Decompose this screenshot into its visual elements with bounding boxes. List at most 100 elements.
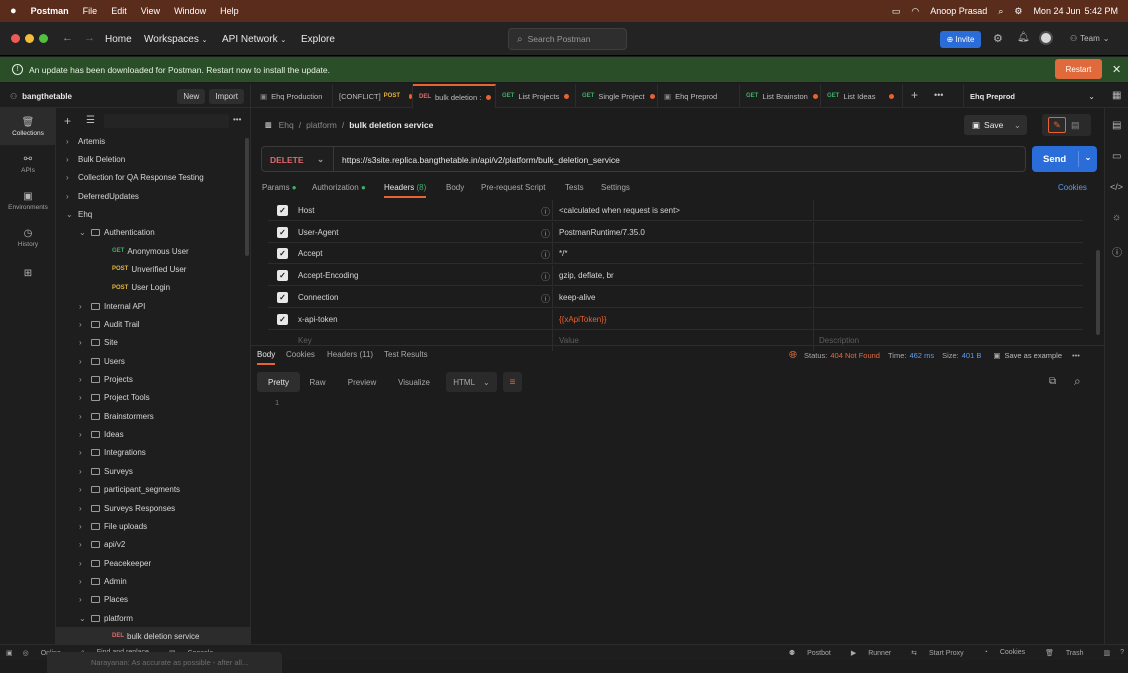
notifications-bell-icon[interactable]: 🔔︎	[1017, 32, 1030, 43]
chevron-right-icon[interactable]: ›	[79, 393, 91, 402]
chevron-right-icon[interactable]: ›	[79, 375, 91, 384]
tab-tests[interactable]: Tests	[565, 183, 584, 192]
chevron-right-icon[interactable]: ›	[79, 357, 91, 366]
zoom-window-button[interactable]	[39, 34, 48, 43]
filter-input[interactable]	[104, 114, 229, 128]
key-placeholder[interactable]: Key	[298, 336, 312, 345]
cookies-button[interactable]: ◔ Cookies	[984, 649, 1035, 656]
filter-icon[interactable]: ☰	[86, 115, 95, 126]
folder-item[interactable]: › Brainstormers	[56, 407, 251, 425]
header-value[interactable]: gzip, deflate, br	[559, 271, 614, 280]
chevron-right-icon[interactable]: ›	[79, 504, 91, 513]
notification-peek[interactable]: Narayanan: As accurate as possible - aft…	[47, 652, 282, 673]
language-select[interactable]: HTML ⌄	[446, 372, 497, 392]
headers-scrollbar[interactable]	[1096, 250, 1100, 335]
tab-ehq-production[interactable]: ▣ Ehq Production	[254, 84, 333, 108]
trash-button[interactable]: 🗑︎ Trash	[1045, 649, 1093, 657]
info-icon[interactable]: ⓘ	[1112, 244, 1122, 259]
battery-icon[interactable]: ▭	[892, 6, 901, 17]
header-key[interactable]: Host	[298, 206, 314, 215]
info-icon[interactable]: ⓘ	[541, 270, 550, 283]
pane-divider[interactable]	[251, 345, 1128, 346]
chevron-right-icon[interactable]: ›	[79, 302, 91, 311]
tab-body[interactable]: Body	[446, 183, 464, 192]
chevron-right-icon[interactable]: ›	[79, 467, 91, 476]
nav-history[interactable]: ◷ History	[0, 219, 56, 256]
url-input[interactable]: https://s3site.replica.bangthetable.in/a…	[342, 155, 620, 165]
info-icon[interactable]: ⓘ	[541, 248, 550, 261]
menu-window[interactable]: Window	[174, 6, 206, 16]
import-button[interactable]: Import	[209, 88, 244, 104]
folder-item[interactable]: › Users	[56, 352, 251, 370]
chevron-right-icon[interactable]: ›	[79, 320, 91, 329]
wifi-icon[interactable]: ◠	[911, 6, 919, 17]
layout-icon[interactable]: ▥	[1103, 649, 1110, 657]
forward-arrow-icon[interactable]: →	[84, 32, 95, 44]
format-raw[interactable]: Raw	[304, 372, 331, 392]
user-name[interactable]: Anoop Prasad	[930, 6, 987, 16]
chevron-right-icon[interactable]: ›	[79, 412, 91, 421]
format-visualize[interactable]: Visualize	[392, 372, 436, 392]
breadcrumb-folder[interactable]: platform	[306, 120, 337, 130]
tab-prerequest-script[interactable]: Pre-request Script	[481, 183, 545, 192]
save-as-example-button[interactable]: Save as example	[1004, 351, 1062, 360]
folder-item[interactable]: › Places	[56, 591, 251, 609]
collection-item[interactable]: › DeferredUpdates	[56, 187, 251, 205]
more-tabs-icon[interactable]: •••	[934, 90, 943, 100]
folder-item[interactable]: › Site	[56, 334, 251, 352]
cookies-link[interactable]: Cookies	[1058, 183, 1087, 192]
folder-item[interactable]: › Integrations	[56, 444, 251, 462]
folder-item[interactable]: › Audit Trail	[56, 316, 251, 334]
sidebar-scrollbar[interactable]	[245, 138, 249, 256]
header-key[interactable]: x-api-token	[298, 315, 338, 324]
header-enabled-checkbox[interactable]: ✓	[277, 226, 288, 238]
app-menu-postman[interactable]: Postman	[31, 6, 69, 16]
nav-configure[interactable]: ⊞	[0, 256, 56, 293]
chevron-right-icon[interactable]: ›	[79, 540, 91, 549]
environment-selector[interactable]: Ehq Preprod ⌄	[963, 84, 1101, 108]
more-options-icon[interactable]: •••	[1072, 351, 1080, 360]
menu-edit[interactable]: Edit	[111, 6, 127, 16]
tab-single-project[interactable]: GET Single Project	[576, 84, 658, 108]
response-size[interactable]: 401 B	[962, 351, 982, 360]
folder-item[interactable]: › File uploads	[56, 517, 251, 535]
collection-item[interactable]: › Artemis	[56, 132, 251, 150]
add-collection-plus-icon[interactable]: +	[64, 114, 71, 128]
back-arrow-icon[interactable]: ←	[62, 32, 73, 44]
info-icon[interactable]: ⓘ	[541, 292, 550, 305]
nav-home[interactable]: Home	[105, 34, 132, 45]
tab-authorization[interactable]: Authorization ●	[312, 183, 366, 192]
header-value[interactable]: PostmanRuntime/7.35.0	[559, 228, 645, 237]
tab-settings[interactable]: Settings	[601, 183, 630, 192]
chevron-right-icon[interactable]: ›	[79, 430, 91, 439]
nav-environments[interactable]: ▣ Environments	[0, 182, 56, 219]
collection-item[interactable]: › Bulk Deletion	[56, 150, 251, 168]
header-enabled-checkbox[interactable]: ✓	[277, 313, 288, 325]
chevron-right-icon[interactable]: ›	[79, 338, 91, 347]
chevron-right-icon[interactable]: ›	[66, 192, 78, 201]
chevron-right-icon[interactable]: ›	[66, 173, 78, 182]
tab-list-brainstormers[interactable]: GET List Brainston	[740, 84, 821, 108]
nav-explore[interactable]: Explore	[301, 34, 335, 45]
avatar[interactable]	[1039, 31, 1053, 45]
folder-item[interactable]: › api/v2	[56, 536, 251, 554]
tab-headers[interactable]: Headers (8)	[384, 183, 427, 198]
new-button[interactable]: New	[177, 88, 206, 104]
request-item[interactable]: POST User Login	[56, 279, 251, 297]
wrap-lines-icon[interactable]: ≡	[503, 372, 522, 392]
folder-item[interactable]: › Peacekeeper	[56, 554, 251, 572]
send-dropdown-chevron-icon[interactable]: ⌄	[1078, 151, 1097, 167]
chevron-right-icon[interactable]: ›	[79, 577, 91, 586]
documentation-icon[interactable]: ▤	[1112, 120, 1121, 131]
chevron-right-icon[interactable]: ›	[79, 559, 91, 568]
header-enabled-checkbox[interactable]: ✓	[277, 270, 288, 282]
send-button[interactable]: Send ⌄	[1032, 146, 1097, 172]
search-postman-input[interactable]: ⌕ Search Postman	[508, 28, 627, 50]
chevron-right-icon[interactable]: ›	[79, 595, 91, 604]
close-window-button[interactable]	[11, 34, 20, 43]
header-key[interactable]: Accept-Encoding	[298, 271, 358, 280]
header-key[interactable]: Accept	[298, 249, 322, 258]
runner-button[interactable]: ▶ Runner	[851, 649, 901, 657]
header-value[interactable]: {{xApiToken}}	[559, 315, 607, 324]
settings-gear-icon[interactable]: ⚙	[993, 32, 1003, 45]
